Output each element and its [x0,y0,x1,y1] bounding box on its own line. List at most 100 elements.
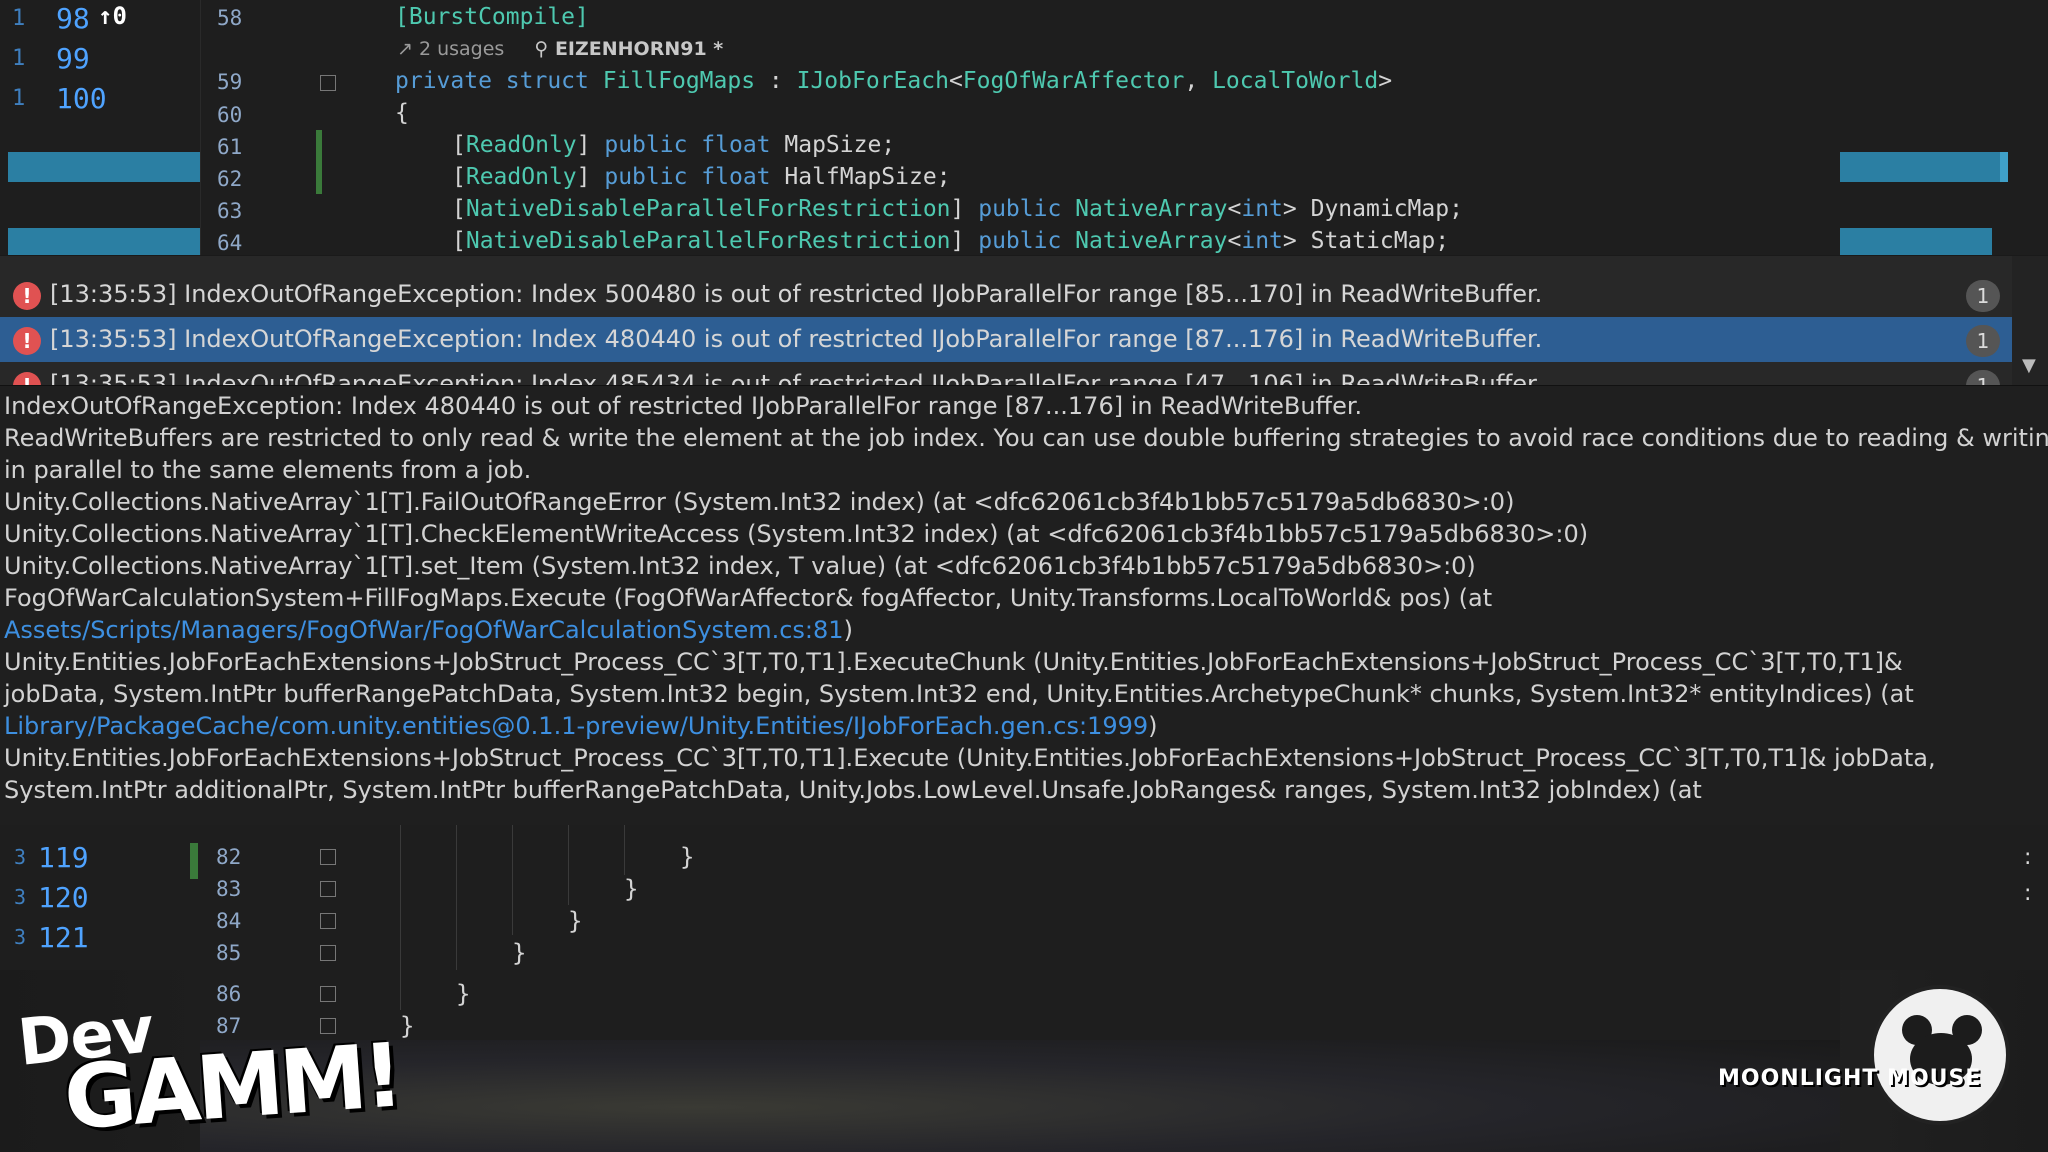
left-gutter-marker: 1 [12,6,26,31]
field-name: MapSize; [784,132,896,158]
punctuation: < [948,68,963,94]
log-entry-selected[interactable]: ! [13:35:53] IndexOutOfRangeException: I… [0,317,2012,362]
struct-name: FillFogMaps [602,68,756,94]
log-scrollbar[interactable]: ▼ [2012,256,2048,385]
left-line-number: 100 [56,82,107,115]
keyword: public [978,196,1062,222]
indent-guide [456,825,457,970]
stream-scene-background [200,1040,1840,1152]
right-minimap[interactable] [1838,150,2048,255]
usages-count[interactable]: 2 usages [419,38,504,60]
line-number: 82 [216,845,242,869]
interface-name: IJobForEach [796,68,949,94]
left-line-number: 99 [56,42,90,75]
vcs-change-indicator[interactable]: ↑0 [98,2,127,30]
type-arg: FogOfWarAffector [962,68,1185,94]
punctuation: , [1184,68,1213,94]
fold-toggle[interactable] [320,75,336,91]
keyword: public float [604,132,771,158]
trace-line: Unity.Entities.JobForEachExtensions+JobS… [4,648,1903,676]
code-lens-hint[interactable]: ↗ 2 usages ⚲ EIZENHORN91 * [397,38,723,60]
overflow-menu-icon[interactable]: : [2024,845,2031,870]
trace-line: IndexOutOfRangeException: Index 480440 i… [4,392,1363,420]
field-name: StaticMap; [1310,228,1450,254]
trace-link-row: Assets/Scripts/Managers/FogOfWar/FogOfWa… [4,616,853,644]
left-gutter-marker: 3 [14,925,27,949]
left-line-number: 121 [38,921,89,954]
scroll-down-icon[interactable]: ▼ [2022,355,2036,376]
line-number: 83 [216,877,242,901]
keyword: private struct [395,68,589,94]
error-icon: ! [13,282,41,310]
trace-line: ReadWriteBuffers are restricted to only … [4,424,2048,452]
left-editor-pane: 1 98 ↑0 1 99 1 100 [0,0,200,140]
error-icon: ! [13,372,41,385]
log-entry[interactable]: ! [13:35:53] IndexOutOfRangeException: I… [0,362,2012,385]
closing-brace: } [680,843,695,871]
attribute-text: ReadOnly [465,164,577,190]
stack-trace-panel: IndexOutOfRangeException: Index 480440 i… [0,385,2048,825]
line-number: 63 [217,199,243,223]
trace-line: in parallel to the same elements from a … [4,456,532,484]
log-entry[interactable]: ! [13:35:53] IndexOutOfRangeException: I… [0,272,2012,317]
fold-toggle[interactable] [320,945,336,961]
line-number: 85 [216,941,242,965]
source-file-link[interactable]: Assets/Scripts/Managers/FogOfWar/FogOfWa… [4,616,844,644]
punctuation: > [1378,68,1393,94]
collapse-count-badge: 1 [1966,280,2000,312]
type-arg: LocalToWorld [1212,68,1379,94]
brace: { [395,100,409,126]
user-icon: ⚲ [534,38,549,60]
fold-toggle[interactable] [320,913,336,929]
code-line-64: [NativeDisableParallelForRestriction] pu… [452,228,1450,254]
code-line-58: [BurstCompile] [395,4,589,30]
highlight-bar [8,152,200,182]
attribute-text: NativeDisableParallelForRestriction [465,196,951,222]
line-number: 58 [217,6,243,30]
left-gutter-marker: 3 [14,845,27,869]
left-line-number: 98 [56,2,90,35]
closing-brace: } [512,939,527,967]
line-number: 60 [217,103,243,127]
closing-brace: } [624,875,639,903]
trace-line: Unity.Collections.NativeArray`1[T].set_I… [4,552,1476,580]
modified-lines-marker [316,130,322,194]
console-log-list[interactable]: ! [13:35:53] IndexOutOfRangeException: I… [0,255,2048,385]
minimap-viewport[interactable] [2000,152,2008,182]
field-name: HalfMapSize; [784,164,951,190]
bottom-code-editor: 3 119 3 120 3 121 82 83 84 85 } } } } : … [0,825,2048,970]
left-editor-pane: 3 119 3 120 3 121 [0,825,200,970]
log-message: [13:35:53] IndexOutOfRangeException: Ind… [50,280,1543,308]
attribute-text: [BurstCompile] [395,4,589,30]
line-number: 62 [217,167,243,191]
left-gutter-marker: 1 [12,46,26,71]
line-number: 61 [217,135,243,159]
fold-toggle[interactable] [320,986,336,1002]
source-file-link[interactable]: Library/PackageCache/com.unity.entities@… [4,712,1148,740]
code-line-59: private struct FillFogMaps : IJobForEach… [395,68,1392,94]
left-gutter-marker: 3 [14,885,27,909]
overflow-menu-icon[interactable]: : [2024,881,2031,906]
fold-toggle[interactable] [320,881,336,897]
usages-icon: ↗ [397,38,413,60]
moonlight-mouse-logo-text: MOONLIGHT MOUSE [1718,1066,1982,1091]
link-suffix: ) [1148,712,1158,740]
line-number: 86 [216,982,242,1006]
closing-brace: } [400,1012,415,1040]
minimap-highlight [1840,152,2000,182]
line-number-gutter: 58 59 60 61 62 63 64 [200,0,330,255]
moonlight-mouse-logo-icon [1870,985,2010,1125]
keyword: public float [604,164,771,190]
type-name: NativeArray [1075,228,1228,254]
modified-lines-marker [190,843,198,879]
line-number: 59 [217,70,243,94]
code-line-61: [ReadOnly] public float MapSize; [452,132,896,158]
collapse-count-badge: 1 [1966,325,2000,357]
author-name: EIZENHORN91 * [554,38,724,60]
author-hint[interactable]: ⚲ EIZENHORN91 * [534,38,723,60]
left-gutter-marker: 1 [12,86,26,111]
line-number: 84 [216,909,242,933]
field-name: DynamicMap; [1310,196,1463,222]
left-line-number: 120 [38,881,89,914]
fold-toggle[interactable] [320,849,336,865]
